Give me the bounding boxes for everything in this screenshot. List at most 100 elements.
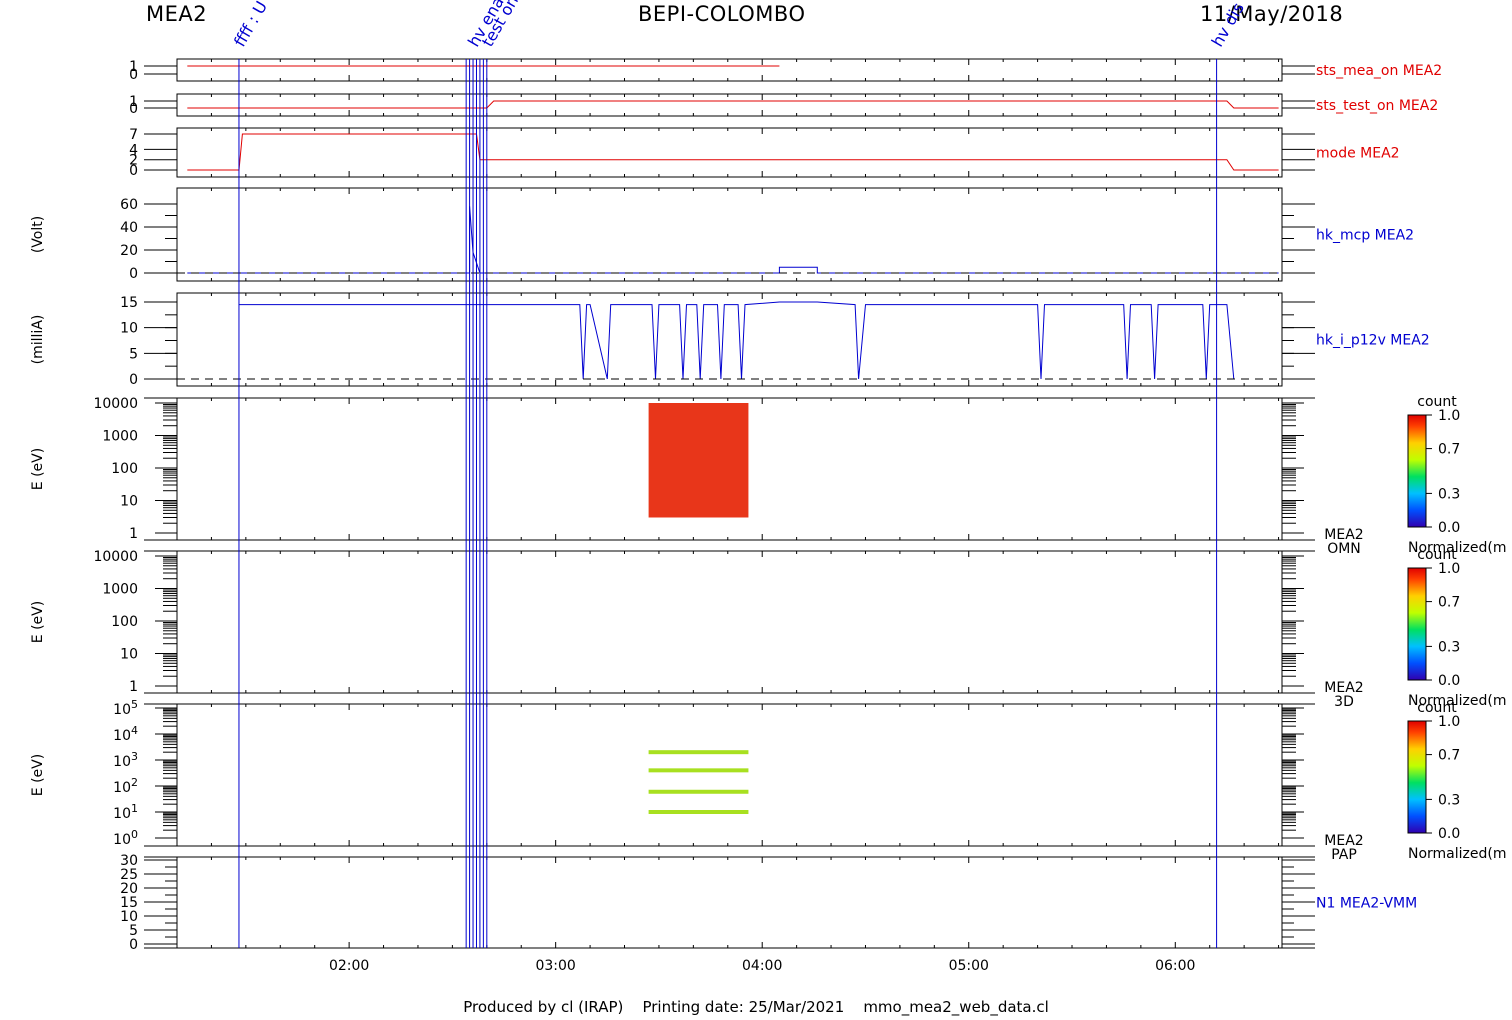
panel-frame [176,93,1283,117]
series-sts_mea_on: sts_mea_on MEA2 [187,63,1442,79]
colorbar [1407,720,1427,834]
colorbar-tick-label: 1.0 [1438,714,1460,730]
y-tick-label: 100 [111,461,138,477]
series-line [239,301,1235,380]
y-tick-label: 7 [129,127,138,143]
heatmap-pap: MEA2PAPcount1.00.70.30.0Normalized(m [648,700,1507,863]
y-tick-label: 1 [129,679,138,695]
spectrum-band [648,789,749,794]
series-mode: mode MEA2 [187,133,1400,171]
panel-hk_mcp [176,187,1283,282]
event-label: ffff : U [230,0,271,50]
y-tick-label: 0 [129,101,138,117]
series-line [187,206,1279,274]
x-tick-label: 03:00 [535,958,575,974]
spectrum-band [648,750,749,755]
colorbar-tick-label: 0.7 [1438,442,1460,458]
y-axis-hk_mcp: 60 40 20 0 (Volt) [30,197,1315,282]
series-label: hk_mcp MEA2 [1316,228,1414,244]
colorbar-tick-label: 0.0 [1438,673,1460,689]
panel-pap [144,703,1315,847]
colorbar-tick-label: 0.3 [1438,792,1460,808]
y-axis-label: (Volt) [30,216,46,253]
x-axis: 02:00 03:00 04:00 05:00 06:00 [329,958,1196,974]
y-axis-mode: 7420 [129,127,1315,179]
y-axis-n1_vmm: 302520151050 [120,853,1315,953]
colorbar-tick-label: 0.0 [1438,826,1460,842]
y-tick-label: 10 [120,647,138,663]
y-axis-sts_test_on: 10 [129,94,1315,117]
y-tick-label: 40 [120,220,138,236]
series-label: sts_mea_on MEA2 [1316,63,1442,79]
y-tick-label: 20 [120,243,138,259]
spectrum-block [648,403,749,518]
y-axis-label: E (eV) [30,754,46,796]
y-tick-label: 100 [111,614,138,630]
colorbar-tick-label: 0.0 [1438,520,1460,536]
y-axis-3d: 10000 1000 100 10 1 E (eV) [30,549,1304,695]
y-tick-label: 10000 [93,396,138,412]
y-axis-label: (milliA) [30,315,46,365]
colorbar-tick-label: 0.7 [1438,748,1460,764]
x-tick-label: 02:00 [329,958,369,974]
colorbar-tick-label: 1.0 [1438,408,1460,424]
y-tick-label: 101 [113,802,138,822]
series-label: mode MEA2 [1316,146,1400,162]
y-tick-label: 15 [120,295,138,311]
series-hk_mcp: hk_mcp MEA2 [187,206,1414,274]
x-tick-label: 04:00 [742,958,782,974]
panel-frame [176,58,1283,82]
heatmap-omn: MEA2OMNcount1.00.70.30.0Normalized(m [648,394,1507,557]
panel-n1_vmm [144,856,1315,949]
spectrum-band [648,768,749,773]
colorbar-tick-label: 1.0 [1438,561,1460,577]
y-tick-label: 0 [129,372,138,388]
panel-3d [144,550,1315,694]
panel-label: OMN [1327,541,1361,557]
y-tick-label: 1 [129,526,138,542]
heatmap-3d: MEA23Dcount1.00.70.30.0Normalized(m [1324,547,1506,710]
colorbar [1407,414,1427,528]
y-axis-label: E (eV) [30,601,46,643]
y-tick-label: 103 [113,750,138,770]
panel-sts_mea_on [176,58,1283,82]
panel-frame [176,187,1283,282]
panel-frame [176,127,1283,178]
colorbar-tick-label: 0.3 [1438,639,1460,655]
colorbar-tick-label: 0.3 [1438,486,1460,502]
x-tick-label: 06:00 [1155,958,1195,974]
series-label: hk_i_p12v MEA2 [1316,333,1430,349]
panel-label: 3D [1334,694,1354,710]
y-tick-label: 1000 [102,582,138,598]
y-tick-label: 1000 [102,429,138,445]
panel-sts_test_on [176,93,1283,117]
y-tick-label: 100 [113,828,138,848]
y-tick-label: 102 [113,776,138,796]
panel-label: PAP [1331,847,1357,863]
series-hk_i_p12v: hk_i_p12v MEA2 [239,301,1430,380]
series-label: sts_test_on MEA2 [1316,98,1438,114]
panel-mode [176,127,1283,178]
y-tick-label: 60 [120,197,138,213]
y-tick-label: 10 [120,494,138,510]
y-axis-label: E (eV) [30,448,46,490]
series-label: N1 MEA2-VMM [1316,896,1417,912]
colorbar-tick-label: 0.7 [1438,595,1460,611]
y-tick-label: 10 [120,321,138,337]
y-tick-label: 0 [129,163,138,179]
series-line [187,133,1279,171]
y-axis-pap: 105 104 103 102 101 100 E (eV) [30,698,1304,848]
y-tick-label: 0 [129,266,138,282]
spectrum-band [648,810,749,814]
panel-frame [176,292,1283,387]
y-tick-label: 104 [113,724,138,744]
y-tick-label: 105 [113,698,138,718]
series-line [187,100,1279,109]
chart-canvas: 101074206040200(Volt)151050(milliA)10000… [30,0,1507,974]
event-label: hv dis [1208,0,1248,50]
y-tick-label: 10000 [93,549,138,565]
colorbar-caption: Normalized(m [1408,846,1507,862]
y-tick-label: 0 [129,937,138,953]
y-axis-hk_i_p12v: 15 10 5 0 (milliA) [30,295,1315,388]
colorbar [1407,567,1427,681]
